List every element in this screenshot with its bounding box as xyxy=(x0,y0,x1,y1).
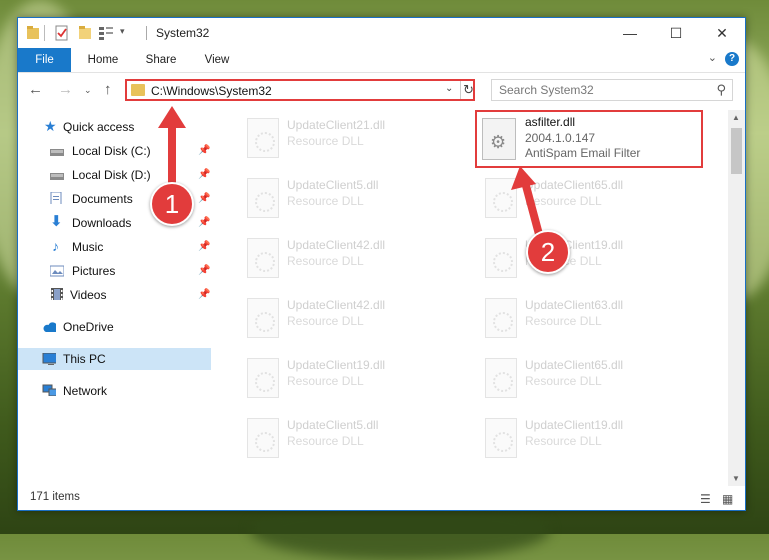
expand-ribbon-icon[interactable]: ⌄ xyxy=(708,51,717,64)
folder-icon xyxy=(131,84,145,96)
navigation-pane: ★ Quick access Local Disk (C:) 📌 Local D… xyxy=(18,110,211,486)
file-description: AntiSpam Email Filter xyxy=(525,146,641,160)
file-item[interactable]: UpdateClient42.dll Resource DLL xyxy=(237,234,467,286)
file-list: UpdateClient21.dll Resource DLL UpdateCl… xyxy=(223,110,728,486)
search-icon[interactable]: ⚲ xyxy=(716,82,726,98)
pin-icon[interactable]: 📌 xyxy=(198,164,210,186)
dll-file-icon xyxy=(247,178,279,218)
dll-file-icon xyxy=(485,418,517,458)
address-path[interactable]: C:\Windows\System32 xyxy=(151,84,272,98)
dll-file-icon xyxy=(485,298,517,338)
network-icon xyxy=(42,384,56,396)
file-item[interactable]: UpdateClient19.dll Resource DLL xyxy=(237,354,467,406)
gear-icon: ⚙ xyxy=(490,132,507,152)
tab-view[interactable]: View xyxy=(192,48,242,72)
sidebar-item-onedrive[interactable]: OneDrive xyxy=(18,316,211,338)
tab-share[interactable]: Share xyxy=(136,48,186,72)
file-explorer-window: ▾ System32 — ☐ ✕ File Home Share View ⌄ … xyxy=(17,17,746,511)
close-button[interactable]: ✕ xyxy=(699,18,745,48)
vertical-scrollbar[interactable]: ▲ ▼ xyxy=(728,110,745,486)
file-version: 2004.1.0.147 xyxy=(525,131,596,145)
dll-file-icon xyxy=(485,178,517,218)
music-icon: ♪ xyxy=(52,238,59,254)
sidebar-item-this-pc[interactable]: This PC xyxy=(18,348,211,370)
file-item-asfilter-dll[interactable]: ⚙ asfilter.dll 2004.1.0.147 AntiSpam Ema… xyxy=(475,110,703,168)
scroll-up-icon[interactable]: ▲ xyxy=(732,113,740,122)
drive-icon xyxy=(50,149,64,156)
file-item[interactable]: UpdateClient42.dll Resource DLL xyxy=(237,294,467,346)
dll-file-icon xyxy=(247,238,279,278)
computer-icon xyxy=(42,353,56,365)
view-options-icon[interactable] xyxy=(98,25,118,41)
sidebar-item-local-disk-d[interactable]: Local Disk (D:) 📌 xyxy=(18,164,211,186)
details-view-icon[interactable]: ☰ xyxy=(700,492,711,506)
maximize-button[interactable]: ☐ xyxy=(653,18,699,48)
sidebar-item-videos[interactable]: Videos 📌 xyxy=(18,284,211,306)
new-folder-icon[interactable] xyxy=(78,25,92,41)
dll-file-icon xyxy=(247,418,279,458)
navigation-bar: ← → ⌄ ↑ C:\Windows\System32 ⌄ ↻ Search S… xyxy=(18,73,745,107)
back-arrow-icon[interactable]: ← xyxy=(28,81,43,98)
sidebar-item-quick-access[interactable]: ★ Quick access xyxy=(18,116,211,138)
recent-locations-chevron-icon[interactable]: ⌄ xyxy=(84,85,92,96)
file-item[interactable]: UpdateClient65.dll Resource DLL xyxy=(475,174,705,226)
pin-icon[interactable]: 📌 xyxy=(198,284,210,306)
videos-icon xyxy=(51,288,63,300)
pin-icon[interactable]: 📌 xyxy=(198,236,210,258)
minimize-button[interactable]: — xyxy=(607,18,653,48)
file-item[interactable]: UpdateClient21.dll Resource DLL xyxy=(237,114,467,166)
pin-icon[interactable]: 📌 xyxy=(198,260,210,282)
file-item[interactable]: UpdateClient63.dll Resource DLL xyxy=(475,294,705,346)
scrollbar-thumb[interactable] xyxy=(731,128,742,174)
star-icon: ★ xyxy=(44,118,57,134)
step-badge-1: 1 xyxy=(150,182,194,226)
refresh-icon[interactable]: ↻ xyxy=(460,81,474,99)
documents-icon xyxy=(50,192,62,204)
dll-file-icon xyxy=(485,358,517,398)
address-dropdown-icon[interactable]: ⌄ xyxy=(445,83,453,94)
step-badge-2: 2 xyxy=(526,230,570,274)
large-icons-view-icon[interactable]: ▦ xyxy=(722,492,733,506)
file-name: asfilter.dll xyxy=(525,115,576,129)
file-item[interactable]: UpdateClient5.dll Resource DLL xyxy=(237,174,467,226)
onedrive-cloud-icon xyxy=(43,322,56,332)
address-bar[interactable]: C:\Windows\System32 ⌄ ↻ xyxy=(125,79,475,101)
help-icon[interactable]: ? xyxy=(725,52,739,66)
file-item[interactable]: UpdateClient19.dll Resource DLL xyxy=(475,414,705,466)
download-icon: ⬇ xyxy=(50,213,63,230)
pictures-icon xyxy=(50,265,64,277)
folder-icon xyxy=(27,26,39,39)
item-count: 171 items xyxy=(30,491,80,503)
pin-icon[interactable]: 📌 xyxy=(198,212,210,234)
properties-icon[interactable] xyxy=(54,25,70,41)
tab-file[interactable]: File xyxy=(18,48,71,72)
pin-icon[interactable]: 📌 xyxy=(198,140,210,162)
drive-icon xyxy=(50,173,64,180)
pin-icon[interactable]: 📌 xyxy=(198,188,210,210)
status-bar: 171 items ☰ ▦ xyxy=(18,488,745,510)
up-arrow-icon[interactable]: ↑ xyxy=(104,81,112,98)
file-item[interactable]: UpdateClient5.dll Resource DLL xyxy=(237,414,467,466)
scroll-down-icon[interactable]: ▼ xyxy=(732,474,740,483)
ribbon: File Home Share View ⌄ ? xyxy=(18,48,745,73)
dll-file-icon: ⚙ xyxy=(482,118,516,160)
dll-file-icon xyxy=(485,238,517,278)
forward-arrow-icon[interactable]: → xyxy=(58,81,73,98)
sidebar-item-local-disk-c[interactable]: Local Disk (C:) 📌 xyxy=(18,140,211,162)
title-bar: ▾ System32 — ☐ ✕ xyxy=(18,18,745,48)
dll-file-icon xyxy=(247,298,279,338)
search-box[interactable]: Search System32 ⚲ xyxy=(491,79,733,101)
tab-home[interactable]: Home xyxy=(78,48,128,72)
search-input[interactable]: Search System32 xyxy=(499,83,594,97)
file-item[interactable]: UpdateClient65.dll Resource DLL xyxy=(475,354,705,406)
window-title: System32 xyxy=(156,26,210,40)
quick-access-toolbar-dropdown-icon[interactable]: ▾ xyxy=(120,26,125,37)
dll-file-icon xyxy=(247,358,279,398)
file-item[interactable]: UpdateClient19.dll Resource DLL xyxy=(475,234,705,286)
sidebar-item-music[interactable]: ♪ Music 📌 xyxy=(18,236,211,258)
sidebar-item-network[interactable]: Network xyxy=(18,380,211,402)
dll-file-icon xyxy=(247,118,279,158)
sidebar-item-pictures[interactable]: Pictures 📌 xyxy=(18,260,211,282)
